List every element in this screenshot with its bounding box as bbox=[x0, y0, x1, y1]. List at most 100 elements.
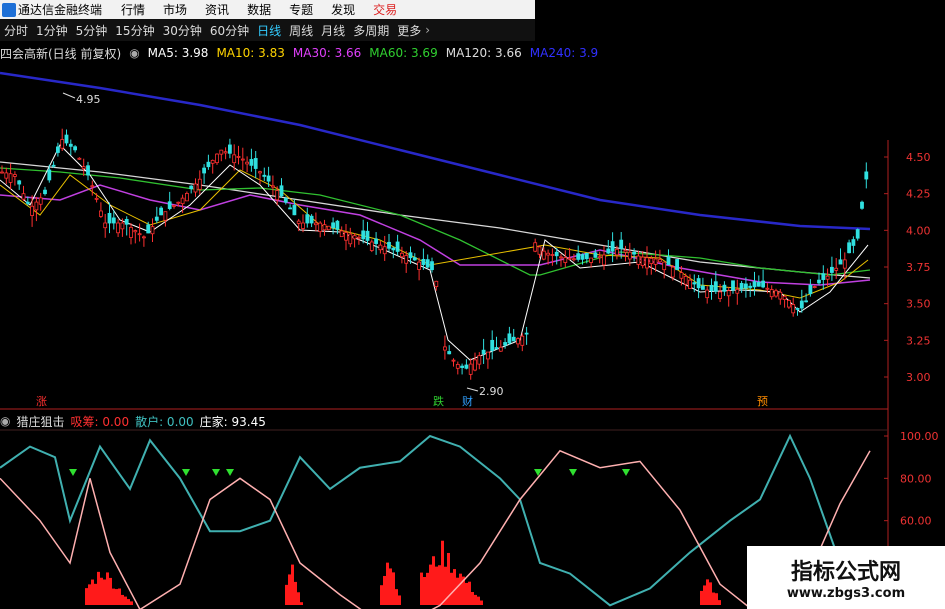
price-tick-label: 3.00 bbox=[906, 371, 931, 384]
accumulate-bar bbox=[297, 592, 300, 605]
indicator-settings-icon[interactable]: ◉ bbox=[0, 414, 10, 428]
watermark-title: 指标公式网 bbox=[790, 560, 901, 585]
accumulate-bar bbox=[709, 582, 712, 605]
accumulate-bar bbox=[420, 572, 423, 605]
candle-body bbox=[524, 332, 529, 335]
candle-body bbox=[399, 252, 404, 258]
candle-body bbox=[120, 222, 125, 230]
ma5-line bbox=[0, 144, 869, 361]
candle-body bbox=[718, 291, 722, 299]
candle-body bbox=[116, 222, 120, 234]
accumulate-bar bbox=[700, 590, 703, 605]
candle-body bbox=[511, 336, 516, 342]
accumulate-bar bbox=[471, 591, 474, 605]
accumulate-bar bbox=[91, 579, 94, 605]
candle-body bbox=[520, 335, 525, 346]
ma240-line bbox=[0, 71, 871, 231]
candle-body bbox=[778, 291, 783, 300]
candle-body bbox=[34, 201, 39, 211]
candle-body bbox=[455, 363, 460, 369]
candle-body bbox=[705, 289, 710, 299]
candle-body bbox=[658, 259, 662, 263]
candle-body bbox=[137, 233, 142, 236]
candle-body bbox=[615, 248, 619, 256]
candle-body bbox=[30, 205, 35, 216]
candle-body bbox=[666, 256, 671, 266]
candle-body bbox=[279, 185, 284, 197]
candle-body bbox=[374, 238, 379, 244]
chart-canvas[interactable]: 4.50 4.25 4.00 3.75 3.50 3.25 3.00 100.00 80.00… bbox=[0, 0, 945, 609]
candle-body bbox=[189, 185, 194, 190]
candle-body bbox=[154, 216, 159, 221]
accumulate-bar bbox=[106, 572, 109, 605]
candle-body bbox=[799, 300, 804, 309]
candle-body bbox=[761, 280, 765, 288]
candle-body bbox=[51, 164, 56, 167]
candle-body bbox=[580, 254, 585, 260]
candle-body bbox=[692, 282, 697, 285]
candle-body bbox=[313, 222, 318, 226]
accumulate-bar bbox=[85, 588, 88, 605]
candle-body bbox=[464, 364, 469, 369]
candle-body bbox=[847, 242, 851, 254]
candle-body bbox=[382, 246, 387, 255]
candle-body bbox=[679, 272, 684, 279]
accumulate-bar bbox=[386, 562, 389, 605]
accumulate-bar bbox=[459, 573, 462, 605]
candle-body bbox=[567, 257, 572, 260]
ma60-line bbox=[0, 167, 871, 276]
candle-body bbox=[47, 169, 52, 181]
accumulate-bar bbox=[423, 577, 426, 605]
candle-body bbox=[584, 252, 589, 260]
candle-body bbox=[378, 244, 383, 251]
candle-body bbox=[842, 259, 847, 269]
indicator-name[interactable]: 猎庄狙击 bbox=[16, 413, 64, 430]
accumulate-bar bbox=[130, 601, 133, 605]
accumulate-bar bbox=[112, 588, 115, 605]
accumulate-bar bbox=[706, 579, 709, 605]
candle-body bbox=[146, 224, 151, 234]
accumulate-bar bbox=[389, 568, 392, 605]
candle-body bbox=[296, 220, 301, 224]
indicator-tick-label: 100.00 bbox=[900, 430, 939, 443]
candle-body bbox=[498, 346, 503, 352]
candle-body bbox=[77, 157, 82, 160]
tag-finance[interactable]: 财 bbox=[462, 394, 473, 408]
candle-body bbox=[258, 171, 262, 174]
candle-body bbox=[554, 251, 559, 257]
candle-body bbox=[748, 285, 753, 288]
candle-body bbox=[344, 232, 348, 241]
candle-body bbox=[395, 241, 400, 252]
candle-body bbox=[408, 252, 413, 259]
accumulate-bar bbox=[115, 589, 118, 605]
accumulate-bar bbox=[426, 572, 429, 605]
candle-body bbox=[752, 281, 757, 288]
candle-body bbox=[81, 166, 86, 169]
candle-body bbox=[632, 251, 636, 255]
tag-fall[interactable]: 跌 bbox=[433, 394, 444, 408]
candle-body bbox=[825, 275, 830, 280]
tag-forecast[interactable]: 预 bbox=[757, 395, 768, 408]
low-mark-text: 2.90 bbox=[479, 385, 504, 398]
candle-body bbox=[516, 338, 520, 345]
candle-body bbox=[60, 139, 65, 149]
candle-body bbox=[4, 172, 9, 179]
candle-body bbox=[731, 280, 735, 291]
tag-rise[interactable]: 涨 bbox=[36, 395, 47, 408]
accumulate-bar bbox=[88, 584, 91, 605]
candle-body bbox=[490, 339, 495, 351]
indicator-legend: ◉ 猎庄狙击 吸筹: 0.00 散户: 0.00 庄家: 93.45 bbox=[0, 412, 272, 430]
candle-body bbox=[202, 167, 207, 174]
candle-body bbox=[619, 239, 624, 249]
candle-body bbox=[245, 161, 250, 165]
candle-body bbox=[103, 222, 108, 229]
candle-body bbox=[391, 247, 396, 251]
candle-body bbox=[288, 207, 293, 210]
candle-body bbox=[172, 204, 176, 207]
candle-body bbox=[645, 257, 649, 269]
candle-body bbox=[124, 218, 129, 225]
candle-body bbox=[675, 259, 679, 271]
candle-body bbox=[817, 279, 821, 284]
candle-body bbox=[387, 241, 391, 249]
candle-body bbox=[25, 201, 30, 204]
